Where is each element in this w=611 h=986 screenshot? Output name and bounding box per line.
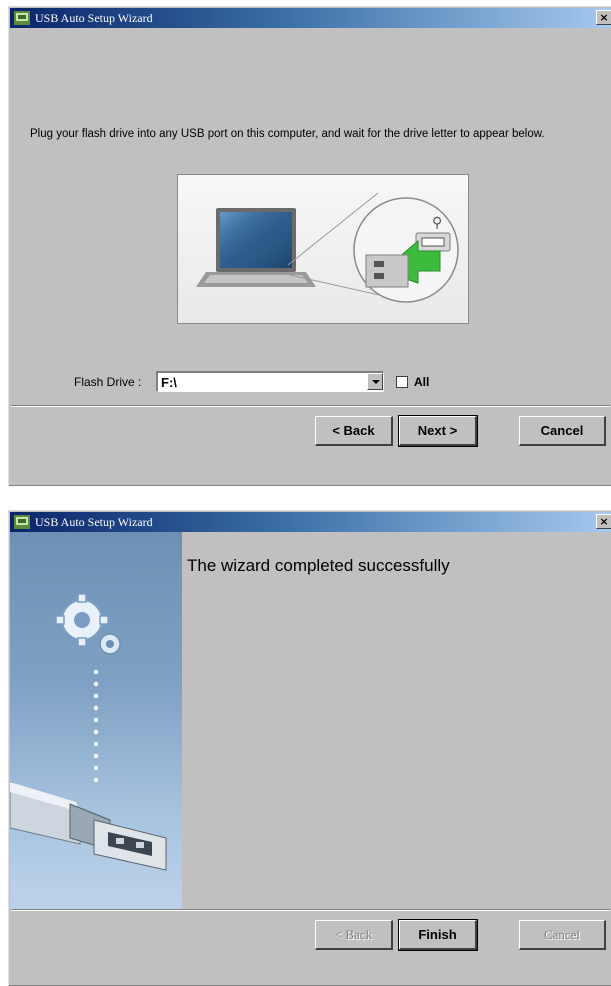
wizard-app-icon xyxy=(14,515,30,529)
close-button[interactable]: × xyxy=(596,10,611,25)
laptop-icon xyxy=(196,208,316,287)
finish-button[interactable]: Finish xyxy=(398,919,478,951)
next-button[interactable]: Next > xyxy=(398,415,478,447)
wizard-window-complete: USB Auto Setup Wizard × The wizard compl… xyxy=(8,510,611,986)
chevron-down-icon[interactable] xyxy=(367,373,383,390)
title-bar[interactable]: USB Auto Setup Wizard × xyxy=(10,8,611,28)
back-button[interactable]: < Back xyxy=(315,416,393,446)
all-checkbox-label: All xyxy=(414,375,430,389)
completion-heading: The wizard completed successfully xyxy=(187,556,450,575)
usb-flash-drive-icon xyxy=(9,781,167,871)
cancel-button: Cancel xyxy=(519,920,606,950)
svg-text:⚲: ⚲ xyxy=(432,215,442,231)
window-title: USB Auto Setup Wizard xyxy=(35,11,153,25)
wizard-side-banner xyxy=(9,532,182,910)
all-checkbox[interactable] xyxy=(396,376,408,388)
wizard-window-select-drive: USB Auto Setup Wizard × Plug your flash … xyxy=(8,6,611,486)
plug-in-illustration: ⚲ xyxy=(177,174,469,324)
title-bar[interactable]: USB Auto Setup Wizard × xyxy=(10,512,611,532)
flash-drive-label: Flash Drive : xyxy=(74,375,142,389)
flash-drive-select[interactable]: F:\ xyxy=(156,371,384,392)
close-button[interactable]: × xyxy=(596,514,611,529)
usb-port-icon: ⚲ xyxy=(353,197,459,303)
gears-icon xyxy=(55,593,121,655)
flash-drive-value: F:\ xyxy=(161,375,177,390)
window-title: USB Auto Setup Wizard xyxy=(35,515,153,529)
cancel-button[interactable]: Cancel xyxy=(519,416,606,446)
button-separator xyxy=(11,909,610,911)
instructions-text: Plug your flash drive into any USB port … xyxy=(30,128,545,140)
wizard-app-icon xyxy=(14,11,30,25)
back-button: < Back xyxy=(315,920,393,950)
button-separator xyxy=(11,405,610,407)
